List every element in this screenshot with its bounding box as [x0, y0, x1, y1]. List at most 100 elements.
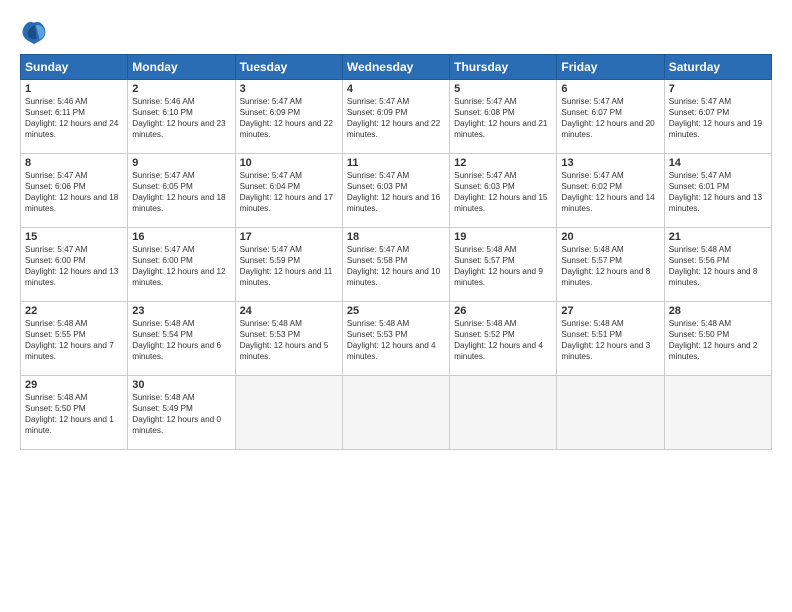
day-number: 17 [240, 231, 338, 243]
calendar-cell: 13 Sunrise: 5:47 AMSunset: 6:02 PMDaylig… [557, 154, 664, 228]
calendar-cell [235, 376, 342, 450]
calendar-table: SundayMondayTuesdayWednesdayThursdayFrid… [20, 54, 772, 450]
day-number: 21 [669, 231, 767, 243]
day-number: 15 [25, 231, 123, 243]
col-header-tuesday: Tuesday [235, 55, 342, 80]
day-number: 16 [132, 231, 230, 243]
day-number: 20 [561, 231, 659, 243]
day-number: 18 [347, 231, 445, 243]
col-header-saturday: Saturday [664, 55, 771, 80]
day-number: 13 [561, 157, 659, 169]
cell-info: Sunrise: 5:46 AMSunset: 6:10 PMDaylight:… [132, 97, 225, 139]
calendar-cell: 7 Sunrise: 5:47 AMSunset: 6:07 PMDayligh… [664, 80, 771, 154]
header-row: SundayMondayTuesdayWednesdayThursdayFrid… [21, 55, 772, 80]
cell-info: Sunrise: 5:47 AMSunset: 5:59 PMDaylight:… [240, 245, 333, 287]
cell-info: Sunrise: 5:47 AMSunset: 6:08 PMDaylight:… [454, 97, 547, 139]
cell-info: Sunrise: 5:47 AMSunset: 6:03 PMDaylight:… [347, 171, 440, 213]
cell-info: Sunrise: 5:47 AMSunset: 6:00 PMDaylight:… [132, 245, 225, 287]
calendar-week-3: 22 Sunrise: 5:48 AMSunset: 5:55 PMDaylig… [21, 302, 772, 376]
calendar-cell: 15 Sunrise: 5:47 AMSunset: 6:00 PMDaylig… [21, 228, 128, 302]
calendar-week-4: 29 Sunrise: 5:48 AMSunset: 5:50 PMDaylig… [21, 376, 772, 450]
cell-info: Sunrise: 5:47 AMSunset: 5:58 PMDaylight:… [347, 245, 440, 287]
cell-info: Sunrise: 5:47 AMSunset: 6:07 PMDaylight:… [669, 97, 762, 139]
day-number: 12 [454, 157, 552, 169]
cell-info: Sunrise: 5:47 AMSunset: 6:02 PMDaylight:… [561, 171, 654, 213]
calendar-cell: 28 Sunrise: 5:48 AMSunset: 5:50 PMDaylig… [664, 302, 771, 376]
logo-icon [20, 18, 48, 46]
calendar-cell: 9 Sunrise: 5:47 AMSunset: 6:05 PMDayligh… [128, 154, 235, 228]
col-header-wednesday: Wednesday [342, 55, 449, 80]
calendar-cell: 30 Sunrise: 5:48 AMSunset: 5:49 PMDaylig… [128, 376, 235, 450]
col-header-sunday: Sunday [21, 55, 128, 80]
day-number: 11 [347, 157, 445, 169]
cell-info: Sunrise: 5:46 AMSunset: 6:11 PMDaylight:… [25, 97, 118, 139]
day-number: 27 [561, 305, 659, 317]
day-number: 26 [454, 305, 552, 317]
cell-info: Sunrise: 5:47 AMSunset: 6:00 PMDaylight:… [25, 245, 118, 287]
cell-info: Sunrise: 5:48 AMSunset: 5:57 PMDaylight:… [561, 245, 650, 287]
calendar-cell: 2 Sunrise: 5:46 AMSunset: 6:10 PMDayligh… [128, 80, 235, 154]
calendar-cell: 26 Sunrise: 5:48 AMSunset: 5:52 PMDaylig… [450, 302, 557, 376]
calendar-cell: 10 Sunrise: 5:47 AMSunset: 6:04 PMDaylig… [235, 154, 342, 228]
cell-info: Sunrise: 5:48 AMSunset: 5:53 PMDaylight:… [240, 319, 329, 361]
cell-info: Sunrise: 5:47 AMSunset: 6:03 PMDaylight:… [454, 171, 547, 213]
cell-info: Sunrise: 5:47 AMSunset: 6:09 PMDaylight:… [240, 97, 333, 139]
col-header-thursday: Thursday [450, 55, 557, 80]
cell-info: Sunrise: 5:48 AMSunset: 5:53 PMDaylight:… [347, 319, 436, 361]
calendar-cell [342, 376, 449, 450]
day-number: 9 [132, 157, 230, 169]
cell-info: Sunrise: 5:48 AMSunset: 5:57 PMDaylight:… [454, 245, 543, 287]
calendar-cell [450, 376, 557, 450]
cell-info: Sunrise: 5:48 AMSunset: 5:50 PMDaylight:… [25, 393, 114, 435]
calendar-cell: 4 Sunrise: 5:47 AMSunset: 6:09 PMDayligh… [342, 80, 449, 154]
calendar-cell: 27 Sunrise: 5:48 AMSunset: 5:51 PMDaylig… [557, 302, 664, 376]
logo [20, 18, 54, 46]
calendar-cell: 23 Sunrise: 5:48 AMSunset: 5:54 PMDaylig… [128, 302, 235, 376]
cell-info: Sunrise: 5:47 AMSunset: 6:07 PMDaylight:… [561, 97, 654, 139]
day-number: 4 [347, 83, 445, 95]
calendar-week-1: 8 Sunrise: 5:47 AMSunset: 6:06 PMDayligh… [21, 154, 772, 228]
page: SundayMondayTuesdayWednesdayThursdayFrid… [0, 0, 792, 612]
calendar-cell: 3 Sunrise: 5:47 AMSunset: 6:09 PMDayligh… [235, 80, 342, 154]
calendar-cell: 12 Sunrise: 5:47 AMSunset: 6:03 PMDaylig… [450, 154, 557, 228]
calendar-cell: 17 Sunrise: 5:47 AMSunset: 5:59 PMDaylig… [235, 228, 342, 302]
day-number: 24 [240, 305, 338, 317]
day-number: 6 [561, 83, 659, 95]
calendar-week-2: 15 Sunrise: 5:47 AMSunset: 6:00 PMDaylig… [21, 228, 772, 302]
calendar-cell: 16 Sunrise: 5:47 AMSunset: 6:00 PMDaylig… [128, 228, 235, 302]
day-number: 23 [132, 305, 230, 317]
cell-info: Sunrise: 5:48 AMSunset: 5:54 PMDaylight:… [132, 319, 221, 361]
cell-info: Sunrise: 5:48 AMSunset: 5:51 PMDaylight:… [561, 319, 650, 361]
cell-info: Sunrise: 5:47 AMSunset: 6:01 PMDaylight:… [669, 171, 762, 213]
calendar-cell: 11 Sunrise: 5:47 AMSunset: 6:03 PMDaylig… [342, 154, 449, 228]
day-number: 19 [454, 231, 552, 243]
calendar-cell: 14 Sunrise: 5:47 AMSunset: 6:01 PMDaylig… [664, 154, 771, 228]
calendar-cell: 18 Sunrise: 5:47 AMSunset: 5:58 PMDaylig… [342, 228, 449, 302]
calendar-cell: 1 Sunrise: 5:46 AMSunset: 6:11 PMDayligh… [21, 80, 128, 154]
calendar-cell: 5 Sunrise: 5:47 AMSunset: 6:08 PMDayligh… [450, 80, 557, 154]
day-number: 25 [347, 305, 445, 317]
cell-info: Sunrise: 5:48 AMSunset: 5:55 PMDaylight:… [25, 319, 114, 361]
cell-info: Sunrise: 5:48 AMSunset: 5:49 PMDaylight:… [132, 393, 221, 435]
cell-info: Sunrise: 5:47 AMSunset: 6:06 PMDaylight:… [25, 171, 118, 213]
calendar-cell: 25 Sunrise: 5:48 AMSunset: 5:53 PMDaylig… [342, 302, 449, 376]
calendar-cell: 22 Sunrise: 5:48 AMSunset: 5:55 PMDaylig… [21, 302, 128, 376]
cell-info: Sunrise: 5:48 AMSunset: 5:50 PMDaylight:… [669, 319, 758, 361]
cell-info: Sunrise: 5:48 AMSunset: 5:52 PMDaylight:… [454, 319, 543, 361]
calendar-cell: 19 Sunrise: 5:48 AMSunset: 5:57 PMDaylig… [450, 228, 557, 302]
cell-info: Sunrise: 5:48 AMSunset: 5:56 PMDaylight:… [669, 245, 758, 287]
day-number: 8 [25, 157, 123, 169]
day-number: 3 [240, 83, 338, 95]
calendar-cell: 24 Sunrise: 5:48 AMSunset: 5:53 PMDaylig… [235, 302, 342, 376]
calendar-cell: 20 Sunrise: 5:48 AMSunset: 5:57 PMDaylig… [557, 228, 664, 302]
calendar-week-0: 1 Sunrise: 5:46 AMSunset: 6:11 PMDayligh… [21, 80, 772, 154]
cell-info: Sunrise: 5:47 AMSunset: 6:04 PMDaylight:… [240, 171, 333, 213]
day-number: 28 [669, 305, 767, 317]
day-number: 14 [669, 157, 767, 169]
calendar-cell: 29 Sunrise: 5:48 AMSunset: 5:50 PMDaylig… [21, 376, 128, 450]
calendar-cell: 6 Sunrise: 5:47 AMSunset: 6:07 PMDayligh… [557, 80, 664, 154]
day-number: 7 [669, 83, 767, 95]
day-number: 22 [25, 305, 123, 317]
calendar-cell: 21 Sunrise: 5:48 AMSunset: 5:56 PMDaylig… [664, 228, 771, 302]
day-number: 1 [25, 83, 123, 95]
